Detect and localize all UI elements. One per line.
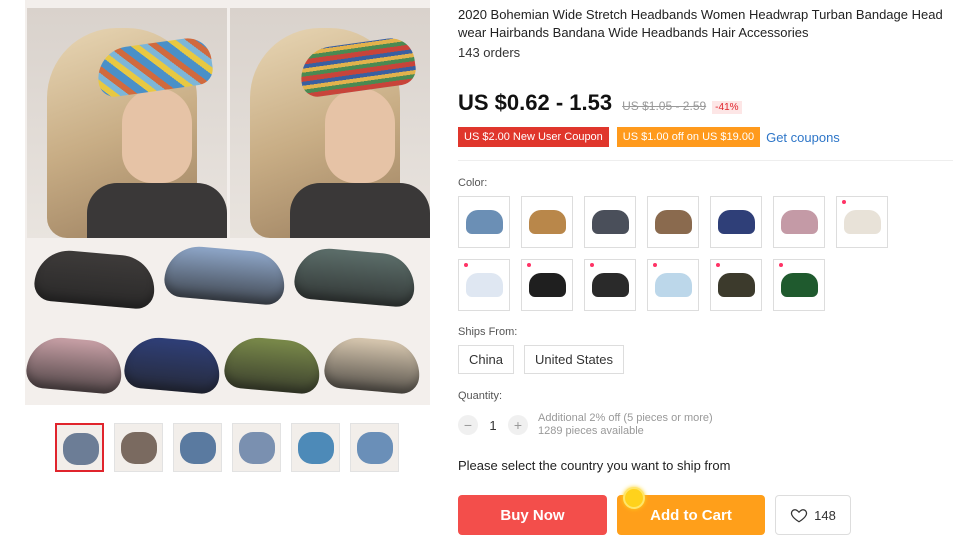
order-count: 143 orders (458, 45, 521, 60)
headband-navy-floral-icon (718, 210, 755, 234)
color-swatch-headband-blue-daisy[interactable] (647, 259, 699, 311)
product-title: 2020 Bohemian Wide Stretch Headbands Wom… (458, 7, 943, 40)
color-swatches-row-1 (458, 196, 888, 248)
main-product-image[interactable] (25, 0, 430, 405)
color-swatch-headband-white-dots[interactable] (458, 259, 510, 311)
color-swatch-headband-green-dots[interactable] (773, 259, 825, 311)
color-swatch-headband-floral-blue[interactable] (458, 196, 510, 248)
quantity-label: Quantity: (458, 390, 503, 402)
quantity-value[interactable]: 1 (478, 418, 508, 433)
headband-white-dots-icon (466, 273, 503, 297)
headband-stripe-multi-icon (529, 210, 566, 234)
hot-marker-icon (527, 263, 531, 267)
headband-sample (122, 334, 223, 396)
shirt (87, 183, 227, 238)
divider (458, 160, 953, 161)
thumbnail[interactable] (350, 423, 399, 472)
thumbnail-image (63, 433, 99, 465)
face (325, 88, 395, 183)
headband-olive-floral-icon (718, 273, 755, 297)
headband-stripe-warm-icon (655, 210, 692, 234)
ship-country-note: Please select the country you want to sh… (458, 458, 731, 473)
color-swatches-row-2 (458, 259, 825, 311)
thumbnail[interactable] (173, 423, 222, 472)
thumbnail[interactable] (114, 423, 163, 472)
headband-sample (32, 247, 158, 311)
color-swatch-headband-olive-floral[interactable] (710, 259, 762, 311)
hot-marker-icon (590, 263, 594, 267)
action-buttons: Buy Now Add to Cart 148 (458, 487, 851, 535)
headband-white-floral-icon (844, 210, 881, 234)
color-swatch-headband-black-daisy-2[interactable] (584, 259, 636, 311)
color-swatch-headband-pink-floral[interactable] (773, 196, 825, 248)
quantity-note: Additional 2% off (5 pieces or more) 128… (538, 412, 713, 438)
stock-note: 1289 pieces available (538, 425, 644, 437)
headband-floral-blue-icon (466, 210, 503, 234)
minus-icon[interactable]: − (458, 415, 478, 435)
wishlist-button[interactable]: 148 (775, 495, 851, 535)
color-swatch-headband-dark-leaf[interactable] (584, 196, 636, 248)
new-user-coupon[interactable]: US $2.00 New User Coupon (458, 127, 609, 147)
get-coupons-link[interactable]: Get coupons (766, 130, 840, 145)
headband-pink-floral-icon (781, 210, 818, 234)
thumbnail[interactable] (232, 423, 281, 472)
model-photo-right (230, 8, 430, 238)
plus-icon[interactable]: + (508, 415, 528, 435)
coin-icon (623, 487, 645, 509)
color-label: Color: (458, 177, 488, 189)
original-price: US $1.05 - 2.59 (622, 99, 707, 113)
thumbnail-image (121, 432, 157, 464)
ships-from-label: Ships From: (458, 326, 518, 338)
thumbnail[interactable] (291, 423, 340, 472)
color-swatch-headband-white-floral[interactable] (836, 196, 888, 248)
add-to-cart-button[interactable]: Add to Cart (617, 487, 765, 535)
bulk-discount-note: Additional 2% off (5 pieces or more) (538, 412, 713, 424)
color-swatch-headband-stripe-multi[interactable] (521, 196, 573, 248)
product-gallery (25, 0, 430, 472)
headband-row-1 (25, 243, 430, 320)
model-photo-left (27, 8, 227, 238)
thumbnail-strip (55, 423, 399, 472)
quantity-stepper: − 1 + Additional 2% off (5 pieces or mor… (458, 412, 713, 438)
price-row: US $0.62 - 1.53 US $1.05 - 2.59 -41% (458, 90, 742, 116)
color-swatch-headband-black-daisy[interactable] (521, 259, 573, 311)
store-coupon[interactable]: US $1.00 off on US $19.00 (616, 127, 761, 147)
thumbnail-image (180, 432, 216, 464)
buy-now-button[interactable]: Buy Now (458, 495, 607, 535)
color-swatch-headband-navy-floral[interactable] (710, 196, 762, 248)
shirt (290, 183, 430, 238)
headband-dark-leaf-icon (592, 210, 629, 234)
headband-sample (222, 334, 323, 396)
discount-badge: -41% (712, 101, 742, 114)
headband-black-daisy-icon (529, 273, 566, 297)
hot-marker-icon (464, 263, 468, 267)
headband-blue-daisy-icon (655, 273, 692, 297)
hot-marker-icon (653, 263, 657, 267)
ship-option-united-states[interactable]: United States (523, 345, 625, 374)
ships-from-options: China United States (458, 345, 625, 374)
headband-black-daisy-2-icon (592, 273, 629, 297)
headband-green-dots-icon (781, 273, 818, 297)
headband-sample (292, 245, 418, 309)
face (122, 88, 192, 183)
current-price: US $0.62 - 1.53 (458, 90, 613, 115)
headband-sample (25, 334, 125, 396)
thumbnail[interactable] (55, 423, 104, 472)
hot-marker-icon (779, 263, 783, 267)
hot-marker-icon (842, 200, 846, 204)
headband-sample (322, 334, 423, 396)
color-swatch-headband-stripe-warm[interactable] (647, 196, 699, 248)
add-to-cart-label: Add to Cart (650, 506, 732, 524)
ship-option-china[interactable]: China (458, 345, 514, 374)
heart-icon (791, 509, 808, 523)
wishlist-count: 148 (814, 507, 836, 523)
thumbnail-image (298, 432, 334, 464)
coupon-row: US $2.00 New User Coupon US $1.00 off on… (458, 127, 840, 147)
thumbnail-image (239, 432, 275, 464)
hot-marker-icon (716, 263, 720, 267)
thumbnail-image (357, 432, 393, 464)
headband-row-2 (25, 325, 430, 400)
headband-sample (162, 243, 288, 307)
